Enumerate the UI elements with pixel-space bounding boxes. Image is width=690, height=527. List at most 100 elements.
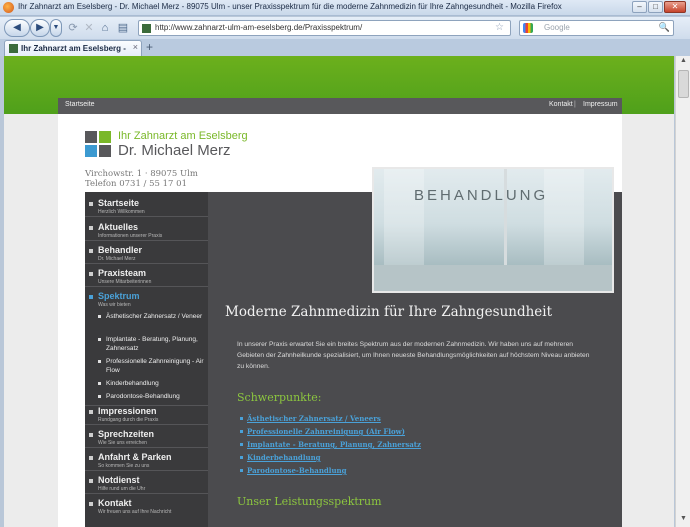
menu-bullet-icon bbox=[89, 433, 93, 437]
scrollbar-thumb[interactable] bbox=[678, 70, 689, 98]
site-favicon bbox=[142, 24, 151, 33]
list-bullet-icon bbox=[240, 469, 243, 472]
menu-item-title[interactable]: Behandler bbox=[98, 245, 142, 255]
menu-item-title[interactable]: Startseite bbox=[98, 198, 139, 208]
menu-item-title[interactable]: Anfahrt & Parken bbox=[98, 452, 172, 462]
menu-item-subtitle: Herzlich Willkommen bbox=[98, 209, 145, 215]
menu-divider bbox=[85, 470, 208, 471]
menu-divider bbox=[85, 424, 208, 425]
search-icon[interactable]: 🔍 bbox=[659, 22, 670, 33]
menu-bullet-icon bbox=[89, 456, 93, 460]
new-tab-button[interactable]: + bbox=[146, 41, 153, 54]
topnav-separator: | bbox=[574, 101, 576, 108]
schwerpunkt-link[interactable]: Parodontose-Behandlung bbox=[247, 466, 347, 475]
photo-floor bbox=[374, 265, 612, 291]
intro-paragraph: In unserer Praxis erwartet Sie ein breit… bbox=[237, 341, 590, 370]
forward-button[interactable]: ▶ bbox=[30, 19, 50, 37]
menu-bullet-icon bbox=[89, 202, 93, 206]
submenu-bullet-icon bbox=[98, 315, 101, 318]
submenu-bullet-icon bbox=[98, 338, 101, 341]
menu-item-subtitle: So kommen Sie zu uns bbox=[98, 463, 150, 469]
menu-bullet-icon bbox=[89, 226, 93, 230]
close-window-button[interactable]: ✕ bbox=[664, 1, 686, 13]
address-bar[interactable]: http://www.zahnarzt-ulm-am-eselsberg.de/… bbox=[138, 20, 511, 36]
menu-bullet-icon bbox=[89, 272, 93, 276]
schwerpunkte-heading: Schwerpunkte: bbox=[237, 391, 322, 404]
menu-item-subtitle: Wir freuen uns auf Ihre Nachricht bbox=[98, 509, 172, 515]
scroll-up-icon[interactable]: ▲ bbox=[678, 57, 689, 68]
topnav-impressum-link[interactable]: Impressum bbox=[583, 101, 618, 108]
menu-item-title[interactable]: Aktuelles bbox=[98, 222, 138, 232]
schwerpunkt-link[interactable]: Ästhetischer Zahnersatz / Veneers bbox=[247, 414, 381, 423]
menu-item-title[interactable]: Kontakt bbox=[98, 498, 132, 508]
search-bar[interactable]: Google 🔍 bbox=[519, 20, 674, 36]
menu-bullet-icon bbox=[89, 410, 93, 414]
address-phone: Telefon 0731 / 55 17 01 bbox=[85, 179, 187, 189]
menu-item-subtitle: Informationen unserer Praxis bbox=[98, 233, 163, 239]
window-titlebar: Ihr Zahnarzt am Eselsberg - Dr. Michael … bbox=[0, 0, 690, 16]
menu-item-title[interactable]: Praxisteam bbox=[98, 268, 146, 278]
menu-bullet-icon bbox=[89, 502, 93, 506]
reload-icon[interactable]: ⟳ bbox=[66, 21, 80, 35]
tab-strip: Ihr Zahnarzt am Eselsberg - Dr. Mi... × … bbox=[0, 39, 690, 56]
sidebar-menu: Startseite Herzlich Willkommen Aktuelles… bbox=[85, 192, 208, 527]
menu-item-title[interactable]: Impressionen bbox=[98, 406, 157, 416]
submenu-item-label[interactable]: Kinderbehandlung bbox=[106, 379, 208, 388]
firefox-icon bbox=[3, 2, 14, 13]
menu-divider bbox=[85, 263, 208, 264]
bookmarks-icon[interactable]: ▤ bbox=[116, 21, 130, 35]
logo-tagline[interactable]: Ihr Zahnarzt am Eselsberg bbox=[118, 130, 248, 142]
menu-item-subtitle: Hilfe rund um die Uhr bbox=[98, 486, 146, 492]
submenu-item-label[interactable]: Ästhetischer Zahnersatz / Veneer bbox=[106, 312, 208, 321]
menu-divider bbox=[85, 493, 208, 494]
menu-divider bbox=[85, 240, 208, 241]
submenu-item-label[interactable]: Implantate - Beratung, Planung, Zahnersa… bbox=[106, 335, 208, 353]
submenu-item-label[interactable]: Parodontose-Behandlung bbox=[106, 392, 208, 401]
menu-divider bbox=[85, 447, 208, 448]
menu-item-title[interactable]: Sprechzeiten bbox=[98, 429, 154, 439]
vertical-scrollbar[interactable]: ▲ ▼ bbox=[675, 56, 690, 527]
back-button[interactable]: ◀ bbox=[4, 19, 30, 37]
menu-divider bbox=[85, 286, 208, 287]
menu-item-subtitle: Rundgang durch die Praxis bbox=[98, 417, 159, 423]
header-photo: BEHANDLUNG bbox=[372, 167, 614, 293]
site-logo-mark[interactable] bbox=[85, 131, 112, 158]
list-bullet-icon bbox=[240, 443, 243, 446]
submenu-item-label[interactable]: Professionelle Zahnreinigung - Air Flow bbox=[106, 357, 208, 375]
menu-item-subtitle: Unsere Mitarbeiterinnen bbox=[98, 279, 152, 285]
home-icon[interactable]: ⌂ bbox=[98, 21, 112, 35]
submenu-bullet-icon bbox=[98, 382, 101, 385]
tab-title[interactable]: Ihr Zahnarzt am Eselsberg - Dr. Mi... bbox=[21, 44, 127, 53]
scroll-down-icon[interactable]: ▼ bbox=[678, 515, 689, 526]
logo-name[interactable]: Dr. Michael Merz bbox=[118, 142, 231, 159]
url-text[interactable]: http://www.zahnarzt-ulm-am-eselsberg.de/… bbox=[155, 23, 362, 32]
maximize-button[interactable]: □ bbox=[648, 1, 663, 13]
search-input[interactable]: Google bbox=[544, 23, 570, 32]
schwerpunkt-link[interactable]: Professionelle Zahnreinigung (Air Flow) bbox=[247, 427, 405, 436]
site-topnav: Startseite Kontakt | Impressum bbox=[58, 98, 622, 114]
topnav-startseite-link[interactable]: Startseite bbox=[65, 101, 95, 108]
tab-favicon bbox=[9, 44, 18, 53]
menu-bullet-icon bbox=[89, 295, 93, 299]
tab-close-icon[interactable]: × bbox=[133, 42, 138, 52]
list-bullet-icon bbox=[240, 430, 243, 433]
bookmark-star-icon[interactable]: ☆ bbox=[495, 22, 504, 33]
topnav-kontakt-link[interactable]: Kontakt bbox=[549, 101, 573, 108]
window-controls: – □ ✕ bbox=[632, 1, 686, 13]
menu-item-subtitle: Was wir bieten bbox=[98, 302, 131, 308]
schwerpunkt-link[interactable]: Kinderbehandlung bbox=[247, 453, 321, 462]
stop-icon[interactable]: ✕ bbox=[82, 21, 96, 35]
list-bullet-icon bbox=[240, 417, 243, 420]
schwerpunkt-link[interactable]: Implantate - Beratung, Planung, Zahnersa… bbox=[247, 440, 421, 449]
website-container: Startseite Kontakt | Impressum Ihr Zahna… bbox=[58, 98, 622, 527]
window-title: Ihr Zahnarzt am Eselsberg - Dr. Michael … bbox=[18, 2, 562, 11]
navigation-toolbar: ◀ ▶ ▼ ⟳ ✕ ⌂ ▤ http://www.zahnarzt-ulm-am… bbox=[0, 17, 690, 39]
menu-item-title[interactable]: Spektrum bbox=[98, 291, 140, 301]
google-icon[interactable] bbox=[523, 23, 533, 33]
submenu-bullet-icon bbox=[98, 360, 101, 363]
tab-active[interactable]: Ihr Zahnarzt am Eselsberg - Dr. Mi... × bbox=[4, 40, 142, 56]
menu-item-title[interactable]: Notdienst bbox=[98, 475, 140, 485]
leistungsspektrum-heading: Unser Leistungsspektrum bbox=[237, 495, 382, 508]
minimize-button[interactable]: – bbox=[632, 1, 647, 13]
history-dropdown-button[interactable]: ▼ bbox=[50, 19, 62, 37]
